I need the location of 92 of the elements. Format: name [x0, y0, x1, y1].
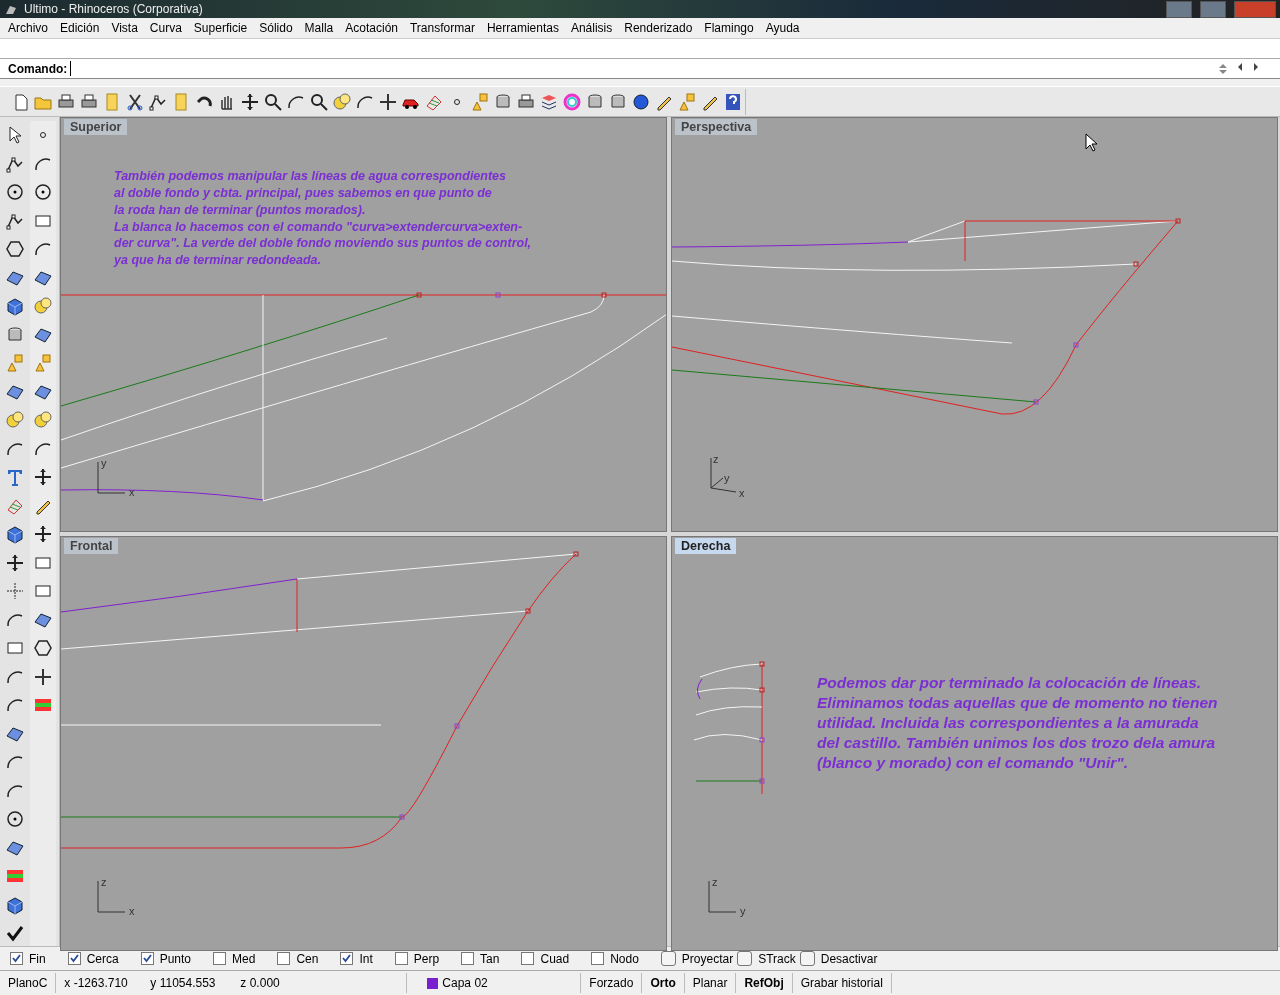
snap-label: Cen: [296, 951, 319, 966]
annotation-text: También podemos manipular las líneas de agua correspondientes al doble fondo y cbta. principal, pues sabemos en que punto de la roda han de terminar (puntos morados). La blanca lo hacemos con el comando "curva>extendercurva>exten- der curva". La verde del doble fondo moviendo sus puntos de control, ya que ha de terminar redondeada.: [114, 168, 532, 269]
snap-label: STrack: [758, 951, 796, 966]
menu-item[interactable]: Malla: [298, 21, 340, 35]
viewport-title[interactable]: Superior: [64, 119, 128, 136]
move-arrows-icon[interactable]: [33, 524, 53, 545]
z-coordinate: z 0.000: [232, 973, 408, 994]
crosshair-icon[interactable]: [378, 91, 398, 112]
sphere-icon[interactable]: [631, 91, 651, 112]
move-arrows-icon[interactable]: [240, 91, 260, 112]
checkmark-icon[interactable]: [5, 923, 25, 944]
menu-item[interactable]: Ayuda: [759, 21, 806, 35]
axes-icon[interactable]: [5, 581, 25, 602]
snap-label: Desactivar: [820, 951, 878, 966]
text-icon[interactable]: [5, 467, 25, 488]
menu-item[interactable]: Vista: [105, 21, 144, 35]
hexagon-icon[interactable]: [5, 239, 25, 260]
right-arrow-icon[interactable]: [1252, 61, 1260, 72]
menu-item[interactable]: Sólido: [253, 21, 299, 35]
status-toggle[interactable]: Planar: [684, 973, 737, 994]
snap-label: Int: [359, 951, 373, 966]
toggle-button[interactable]: [737, 951, 753, 967]
zoom-icon[interactable]: [263, 91, 283, 112]
mouse-cursor-icon: [1085, 133, 1099, 154]
menu-item[interactable]: Superficie: [187, 21, 254, 35]
window-title: Ultimo - Rhinoceros (Corporativa): [24, 2, 203, 16]
snap-label: Cerca: [86, 951, 119, 966]
x-coordinate: x -1263.710: [63, 975, 129, 993]
circle-icon[interactable]: [33, 182, 53, 203]
menu-item[interactable]: Acotación: [339, 21, 404, 35]
checkbox[interactable]: [10, 952, 23, 966]
checkbox[interactable]: [521, 952, 535, 966]
minimize-button[interactable]: [1166, 0, 1192, 18]
snap-label: Cuad: [540, 951, 570, 966]
color-wheel-icon[interactable]: [562, 91, 582, 112]
checkbox[interactable]: [461, 952, 475, 966]
checkbox[interactable]: [277, 952, 291, 966]
cube-icon[interactable]: [5, 524, 25, 545]
snap-label: Med: [232, 951, 256, 966]
toggle-button[interactable]: [660, 951, 676, 967]
checkbox[interactable]: [67, 952, 81, 966]
menu-item[interactable]: Herramientas: [480, 21, 565, 35]
menu-item[interactable]: Renderizado: [618, 21, 699, 35]
status-toggle[interactable]: Grabar historial: [792, 973, 892, 994]
close-button[interactable]: [1234, 0, 1276, 18]
zoom-icon[interactable]: [309, 91, 329, 112]
shapes-icon[interactable]: [470, 91, 490, 112]
command-label: Comando:: [8, 61, 68, 76]
spheres-icon[interactable]: [5, 410, 25, 431]
menu-item[interactable]: Flamingo: [698, 21, 760, 35]
viewport-title[interactable]: Frontal: [64, 538, 119, 555]
help-icon[interactable]: [723, 91, 743, 112]
crosshair-icon[interactable]: [33, 666, 53, 687]
spheres-icon[interactable]: [33, 410, 53, 431]
shapes-icon[interactable]: [5, 353, 25, 374]
snap-label: Tan: [480, 951, 500, 966]
menu-item[interactable]: Transformar: [404, 21, 481, 35]
layer-name[interactable]: Capa 02: [442, 976, 488, 991]
hexagon-icon[interactable]: [33, 638, 53, 659]
spinner-icon[interactable]: [1218, 61, 1228, 76]
checkbox[interactable]: [394, 952, 408, 966]
maximize-button[interactable]: [1200, 0, 1226, 18]
circle-icon[interactable]: [5, 182, 25, 203]
snap-label: Nodo: [610, 951, 639, 966]
snap-label: Perp: [413, 951, 440, 966]
menu-item[interactable]: Análisis: [564, 21, 619, 35]
menu-item[interactable]: Edición: [54, 21, 106, 35]
checkbox[interactable]: [591, 952, 605, 966]
circle-icon[interactable]: [5, 809, 25, 830]
spheres-icon[interactable]: [33, 296, 53, 317]
snap-label: Punto: [159, 951, 192, 966]
menu-item[interactable]: Archivo: [2, 21, 54, 35]
snap-label: Proyectar: [681, 951, 734, 966]
status-toggle[interactable]: RefObj: [736, 973, 793, 994]
checkbox[interactable]: [340, 952, 354, 966]
viewport-title[interactable]: Derecha: [675, 538, 737, 555]
status-toggle[interactable]: Orto: [642, 973, 685, 994]
snap-label: Fin: [29, 951, 46, 966]
left-arrow-icon[interactable]: [1236, 61, 1244, 72]
cube-icon[interactable]: [5, 296, 25, 317]
cplane-label: PlanoC: [0, 973, 57, 994]
status-toggle[interactable]: Forzado: [581, 973, 643, 994]
shapes-icon[interactable]: [33, 353, 53, 374]
move-arrows-icon[interactable]: [5, 552, 25, 573]
annotation-text: Podemos dar por terminado la colocación de líneas. Eliminamos todas aquellas que de momento no tienen utilidad. Incluida las correspondientes a la amurada del castillo. También unimos los dos trozo dela amura (blanco y morado) con el comando "Unir".: [817, 673, 1218, 774]
checkbox[interactable]: [140, 952, 154, 966]
checkbox[interactable]: [213, 952, 227, 966]
y-coordinate: y 11054.553: [149, 975, 217, 993]
toggle-button[interactable]: [799, 951, 815, 967]
viewport-title[interactable]: Perspectiva: [675, 119, 758, 136]
move-arrows-icon[interactable]: [33, 467, 53, 488]
menu-item[interactable]: Curva: [143, 21, 188, 35]
